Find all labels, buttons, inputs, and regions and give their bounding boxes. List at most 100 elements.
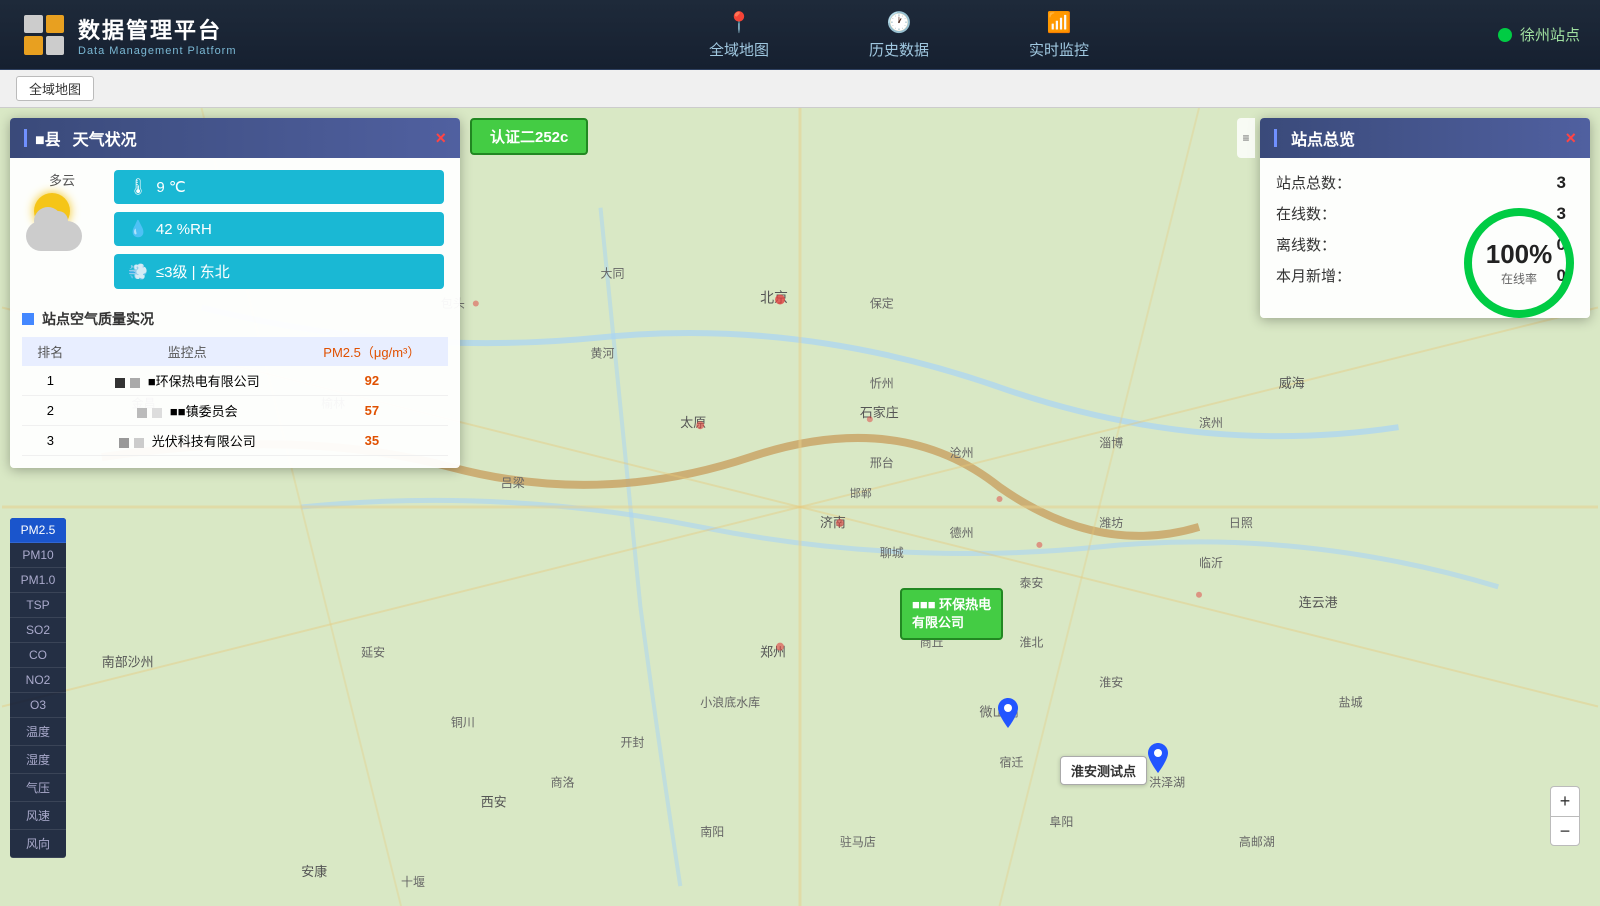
logo-text: 数据管理平台 Data Management Platform bbox=[78, 13, 237, 57]
weather-temperature: 🌡 9 ℃ bbox=[114, 170, 444, 204]
blue-square-icon bbox=[22, 313, 34, 325]
nav-item-realtime[interactable]: 📶 实时监控 bbox=[1019, 5, 1099, 65]
wind-value: ≤3级 | 东北 bbox=[156, 261, 230, 282]
cert-badge: 认证二252c bbox=[470, 118, 588, 155]
logo-title: 数据管理平台 bbox=[78, 13, 237, 45]
aq-pm25-value: 92 bbox=[296, 366, 448, 396]
aq-col-rank: 排名 bbox=[22, 337, 79, 366]
svg-text:保定: 保定 bbox=[870, 296, 894, 311]
map-zoom-controls: + − bbox=[1550, 786, 1580, 846]
svg-text:连云港: 连云港 bbox=[1299, 595, 1338, 610]
aq-table-row: 3 光伏科技有限公司 35 bbox=[22, 426, 448, 456]
aq-station-name: ■■镇委员会 bbox=[79, 396, 296, 426]
map-label-huanbao: ■■■ 环保热电 有限公司 bbox=[900, 588, 1003, 640]
svg-text:小浪底水库: 小浪底水库 bbox=[700, 695, 760, 710]
location-status-dot bbox=[1498, 28, 1512, 42]
breadcrumb-tag[interactable]: 全域地图 bbox=[16, 76, 94, 101]
online-rate-circle: 100% 在线率 bbox=[1464, 208, 1574, 318]
side-tab-PM2.5[interactable]: PM2.5 bbox=[10, 518, 66, 543]
weather-icon-area: 多云 bbox=[26, 170, 98, 253]
weather-close-button[interactable]: × bbox=[435, 128, 446, 149]
svg-text:聊城: 聊城 bbox=[880, 546, 904, 560]
svg-text:盐城: 盐城 bbox=[1339, 696, 1363, 710]
sidebar-collapse-button[interactable]: ≡ bbox=[1237, 118, 1255, 158]
weather-wind: 💨 ≤3级 | 东北 bbox=[114, 254, 444, 289]
svg-text:潍坊: 潍坊 bbox=[1099, 515, 1123, 530]
map-pin-huaian[interactable] bbox=[1148, 743, 1168, 778]
side-tab-SO2[interactable]: SO2 bbox=[10, 618, 66, 643]
main-content: 北京 太原 济南 郑州 包头 黄河 榆林 吕梁 大同 忻州 沧州 保定 邢台 邯… bbox=[0, 108, 1600, 906]
svg-text:十堰: 十堰 bbox=[401, 875, 425, 889]
nav-item-history[interactable]: 🕐 历史数据 bbox=[859, 5, 939, 65]
svg-text:黄河: 黄河 bbox=[591, 346, 615, 360]
temperature-value: 9 ℃ bbox=[156, 178, 185, 196]
station-total-value: 3 bbox=[1526, 173, 1566, 193]
wind-icon: 💨 bbox=[128, 262, 148, 282]
nav-label-map: 全域地图 bbox=[709, 39, 769, 60]
svg-text:忻州: 忻州 bbox=[870, 376, 894, 390]
aq-rank: 3 bbox=[22, 426, 79, 456]
svg-text:大同: 大同 bbox=[601, 267, 625, 281]
aq-rank: 1 bbox=[22, 366, 79, 396]
zoom-out-button[interactable]: − bbox=[1550, 816, 1580, 846]
logo-area: 数据管理平台 Data Management Platform bbox=[20, 11, 300, 59]
temperature-icon: 🌡 bbox=[128, 177, 148, 197]
header-right: 徐州站点 bbox=[1498, 24, 1580, 45]
side-tab-风速[interactable]: 风速 bbox=[10, 802, 66, 830]
weather-panel-title: ■县 天气状况 bbox=[24, 126, 137, 150]
header: 数据管理平台 Data Management Platform 📍 全域地图 🕐… bbox=[0, 0, 1600, 70]
weather-content: 多云 🌡 9 ℃ 💧 42 %RH 💨 ≤3级 | 东北 bbox=[10, 158, 460, 301]
weather-humidity: 💧 42 %RH bbox=[114, 212, 444, 246]
station-content: 站点总数： 3 在线数： 3 离线数： 0 本月新增： 0 100% 在线 bbox=[1260, 158, 1590, 318]
aq-header: 站点空气质量实况 bbox=[22, 309, 448, 329]
side-tab-气压[interactable]: 气压 bbox=[10, 774, 66, 802]
side-tab-PM10[interactable]: PM10 bbox=[10, 543, 66, 568]
svg-text:邢台: 邢台 bbox=[870, 455, 894, 470]
svg-text:淮安: 淮安 bbox=[1099, 675, 1123, 690]
map-pin-weishan[interactable] bbox=[998, 698, 1018, 733]
svg-text:泰安: 泰安 bbox=[1019, 575, 1043, 590]
side-tab-温度[interactable]: 温度 bbox=[10, 718, 66, 746]
side-tab-CO[interactable]: CO bbox=[10, 643, 66, 668]
map-marker-huanbao[interactable]: ■■■ 环保热电 有限公司 bbox=[900, 588, 1003, 640]
zoom-in-button[interactable]: + bbox=[1550, 786, 1580, 816]
svg-text:淮北: 淮北 bbox=[1019, 636, 1043, 650]
svg-text:南阳: 南阳 bbox=[700, 824, 724, 839]
svg-text:南部沙州: 南部沙州 bbox=[102, 655, 154, 670]
station-panel-header: 站点总览 × bbox=[1260, 118, 1590, 158]
svg-text:日照: 日照 bbox=[1229, 516, 1253, 530]
station-close-button[interactable]: × bbox=[1565, 128, 1576, 149]
side-tab-风向[interactable]: 风向 bbox=[10, 830, 66, 858]
weather-description: 多云 bbox=[49, 170, 75, 189]
svg-text:威海: 威海 bbox=[1279, 375, 1305, 390]
side-tab-TSP[interactable]: TSP bbox=[10, 593, 66, 618]
nav-center: 📍 全域地图 🕐 历史数据 📶 实时监控 bbox=[300, 5, 1498, 65]
svg-text:石家庄: 石家庄 bbox=[860, 405, 899, 420]
aq-pm25-value: 57 bbox=[296, 396, 448, 426]
side-tab-PM1.0[interactable]: PM1.0 bbox=[10, 568, 66, 593]
svg-text:沧州: 沧州 bbox=[950, 445, 974, 460]
aq-section-title: 站点空气质量实况 bbox=[42, 309, 154, 329]
aq-table-row: 2 ■■镇委员会 57 bbox=[22, 396, 448, 426]
svg-text:宿迁: 宿迁 bbox=[1000, 754, 1024, 769]
map-label-huaian: 淮安测试点 bbox=[1060, 756, 1147, 785]
side-tab-湿度[interactable]: 湿度 bbox=[10, 746, 66, 774]
svg-text:德州: 德州 bbox=[950, 525, 974, 540]
station-panel-title-text: 站点总览 bbox=[1291, 126, 1355, 150]
side-tab-NO2[interactable]: NO2 bbox=[10, 668, 66, 693]
side-tab-O3[interactable]: O3 bbox=[10, 693, 66, 718]
location-label: 徐州站点 bbox=[1520, 24, 1580, 45]
realtime-nav-icon: 📶 bbox=[1047, 10, 1072, 35]
nav-item-map[interactable]: 📍 全域地图 bbox=[699, 5, 779, 65]
humidity-value: 42 %RH bbox=[156, 221, 212, 238]
weather-panel-header: ■县 天气状况 × bbox=[10, 118, 460, 158]
svg-text:高邮湖: 高邮湖 bbox=[1239, 834, 1275, 849]
station-total-label: 站点总数： bbox=[1276, 172, 1526, 193]
left-side-tabs: PM2.5PM10PM1.0TSPSO2CONO2O3温度湿度气压风速风向 bbox=[10, 518, 66, 858]
svg-text:驻马店: 驻马店 bbox=[840, 834, 876, 849]
aq-col-station: 监控点 bbox=[79, 337, 296, 366]
air-quality-section: 站点空气质量实况 排名 监控点 PM2.5（μg/m³） 1 ■环保热电有限公司 bbox=[10, 301, 460, 468]
svg-text:安康: 安康 bbox=[301, 864, 327, 879]
nav-label-realtime: 实时监控 bbox=[1029, 39, 1089, 60]
aq-rank: 2 bbox=[22, 396, 79, 426]
